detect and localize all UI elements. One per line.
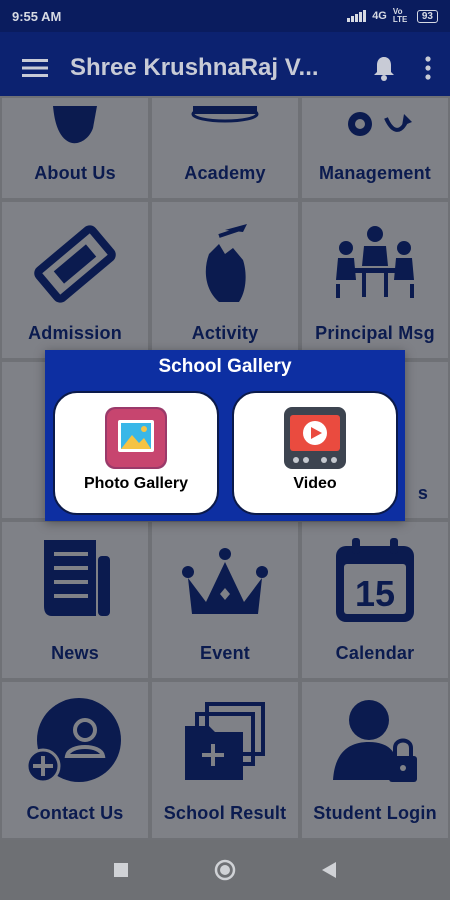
- add-contact-icon: [27, 698, 121, 784]
- network-type: 4G: [372, 10, 387, 22]
- tile-school-result[interactable]: School Result: [150, 680, 300, 840]
- hamburger-icon: [22, 59, 48, 77]
- tile-label: Principal Msg: [315, 323, 435, 343]
- school-gallery-dialog: School Gallery Photo Gallery Video: [45, 350, 405, 521]
- graduation-cap-icon: [191, 106, 259, 123]
- calendar-icon: 15: [336, 538, 414, 622]
- tile-calendar[interactable]: 15 Calendar: [300, 520, 450, 680]
- gears-icon: [348, 112, 412, 136]
- tile-management[interactable]: Management: [300, 96, 450, 200]
- overflow-menu-button[interactable]: [406, 32, 450, 104]
- hand-pencil-icon: [205, 224, 247, 302]
- app-title: Shree KrushnaRaj V...: [70, 54, 319, 81]
- photo-gallery-icon: [105, 407, 167, 469]
- menu-button[interactable]: [0, 32, 70, 104]
- volte-indicator: Vo LTE: [392, 7, 408, 24]
- tile-student-login[interactable]: Student Login: [300, 680, 450, 840]
- tile-label: Academy: [184, 163, 266, 183]
- tile-label: News: [51, 643, 99, 663]
- user-lock-icon: [333, 700, 417, 782]
- photo-gallery-option[interactable]: Photo Gallery: [53, 391, 219, 515]
- status-time: 9:55 AM: [12, 8, 62, 24]
- system-nav-bar: [0, 840, 450, 900]
- meeting-icon: [336, 226, 414, 298]
- person-brain-icon: [53, 106, 97, 144]
- tile-label: s: [417, 483, 429, 503]
- tile-academy[interactable]: Academy: [150, 96, 300, 200]
- crown-icon: [182, 548, 268, 614]
- back-button[interactable]: [312, 853, 346, 887]
- tile-activity[interactable]: Activity: [150, 200, 300, 360]
- folders-icon: [185, 702, 265, 780]
- ticket-icon: [34, 225, 116, 303]
- tile-label: Contact Us: [26, 803, 124, 823]
- back-triangle-icon: [322, 862, 336, 878]
- tile-label: Admission: [28, 323, 122, 343]
- tile-label: School Result: [163, 803, 287, 823]
- notifications-button[interactable]: [362, 32, 406, 104]
- calendar-day-text: 15: [355, 573, 395, 614]
- recents-button[interactable]: [104, 853, 138, 887]
- home-button[interactable]: [208, 853, 242, 887]
- photo-gallery-label: Photo Gallery: [83, 475, 189, 492]
- tile-label: About Us: [34, 163, 116, 183]
- status-bar: 9:55 AM 4G Vo LTE 93: [0, 0, 450, 32]
- tile-label: Calendar: [335, 643, 415, 663]
- battery-indicator: 93: [416, 9, 438, 23]
- newspaper-icon: [44, 540, 110, 616]
- video-player-icon: [284, 407, 346, 469]
- video-label: Video: [293, 475, 337, 492]
- tile-label: Event: [199, 643, 251, 663]
- signal-icon: [347, 10, 367, 22]
- tile-event[interactable]: Event: [150, 520, 300, 680]
- more-vert-icon: [425, 56, 431, 80]
- circle-icon: [214, 859, 236, 881]
- tile-principal-msg[interactable]: Principal Msg: [300, 200, 450, 360]
- status-icons: 4G Vo LTE 93: [347, 8, 438, 24]
- square-icon: [114, 863, 128, 877]
- tile-about-us[interactable]: About Us: [0, 96, 150, 200]
- video-option[interactable]: Video: [232, 391, 398, 515]
- tile-news[interactable]: News: [0, 520, 150, 680]
- tile-admission[interactable]: Admission: [0, 200, 150, 360]
- app-bar: Shree KrushnaRaj V...: [0, 32, 450, 104]
- tile-label: Activity: [191, 323, 259, 343]
- dialog-title: School Gallery: [158, 356, 292, 377]
- bell-icon: [374, 57, 394, 81]
- tile-label: Management: [318, 163, 432, 183]
- tile-label: Student Login: [313, 803, 437, 823]
- tile-contact-us[interactable]: Contact Us: [0, 680, 150, 840]
